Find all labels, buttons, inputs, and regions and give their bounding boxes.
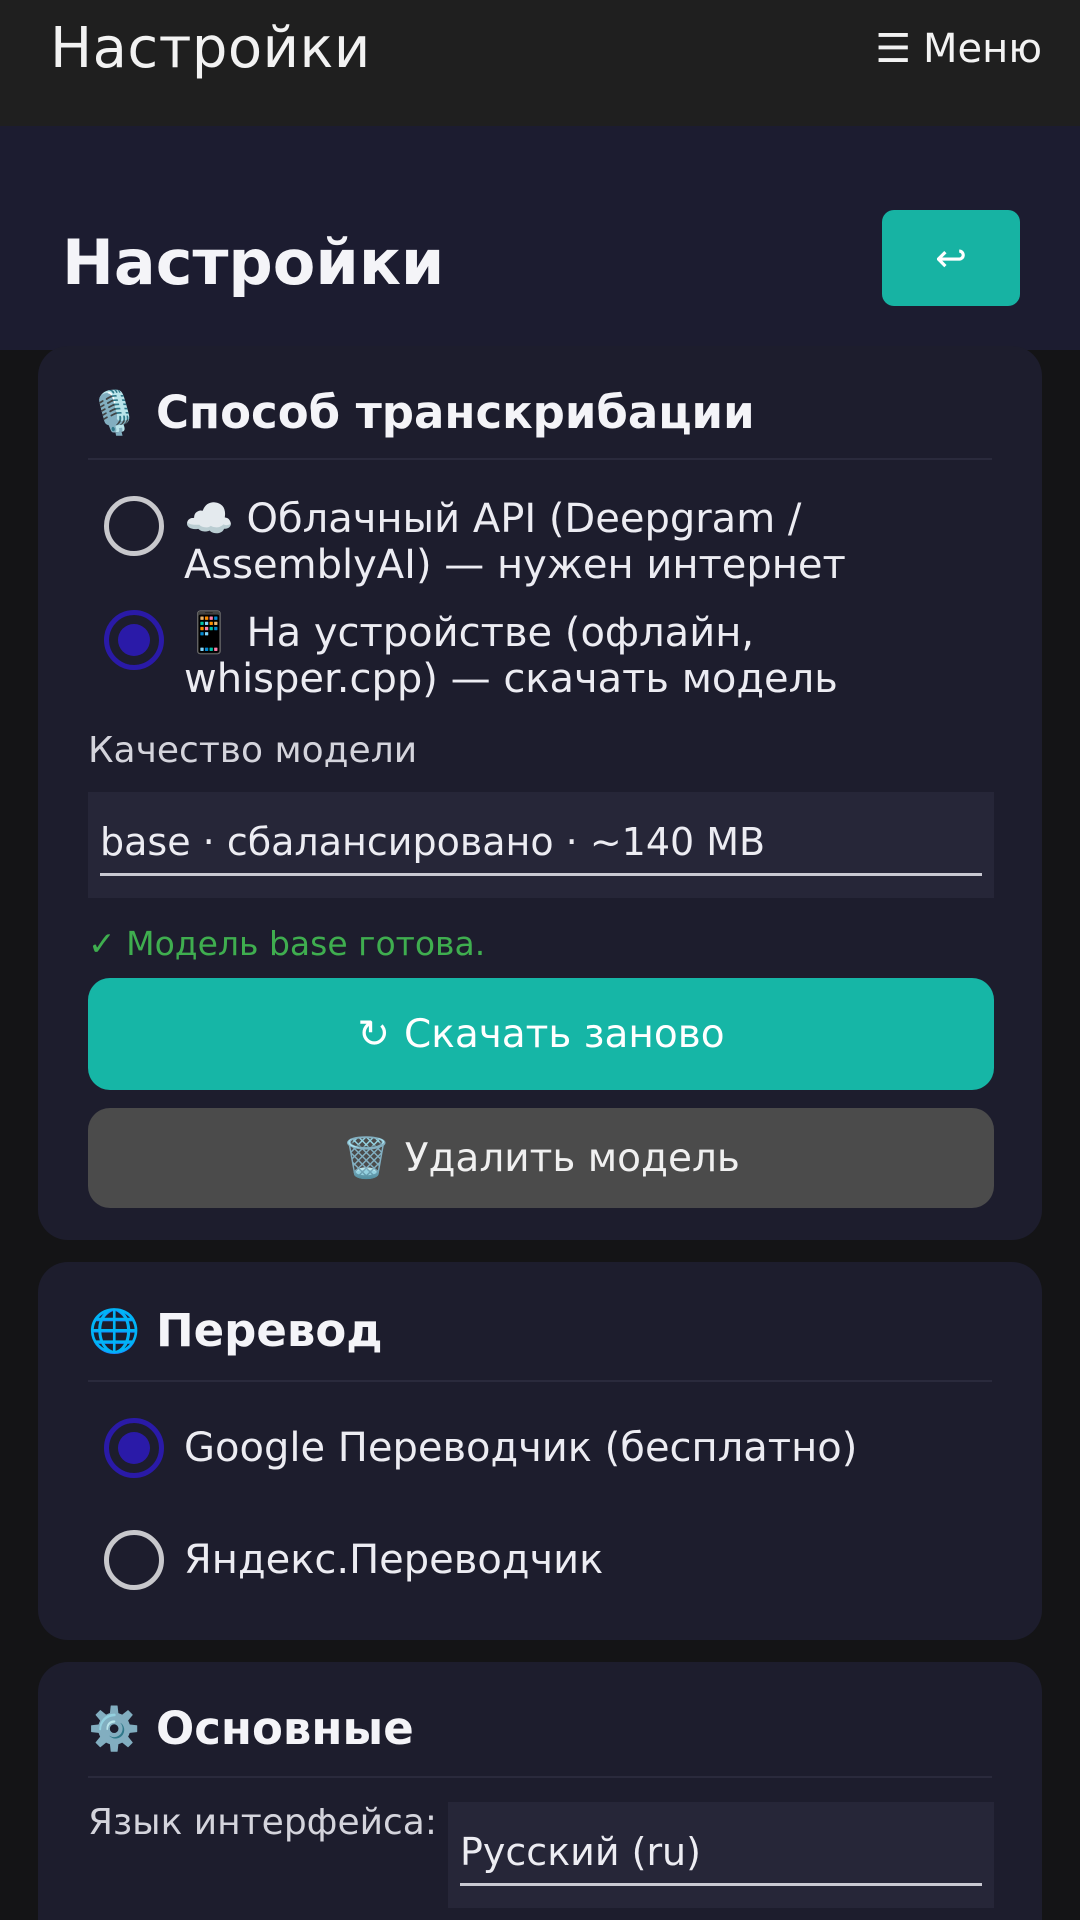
microphone-icon: 🎙️ <box>88 387 141 437</box>
divider <box>88 1380 992 1382</box>
language-label: Язык интерфейса: <box>88 1802 437 1843</box>
radio-button-selected[interactable] <box>104 1418 164 1478</box>
model-quality-label: Качество модели <box>88 730 418 771</box>
language-select[interactable]: Русский (ru) <box>448 1802 994 1908</box>
divider <box>88 1776 992 1778</box>
translation-card-header: 🌐 Перевод <box>88 1304 383 1357</box>
hamburger-icon: ☰ <box>875 26 912 72</box>
radio-button[interactable] <box>104 496 164 556</box>
radio-option-on-device[interactable]: 📱 На устройстве (офлайн, whisper.cpp) — … <box>104 610 1004 702</box>
refresh-icon: ↻ <box>357 1011 391 1057</box>
radio-label-yandex: Яндекс.Переводчик <box>184 1537 604 1583</box>
radio-option-yandex[interactable]: Яндекс.Переводчик <box>104 1530 1004 1590</box>
radio-button[interactable] <box>104 1530 164 1590</box>
radio-option-cloud-api[interactable]: ☁️ Облачный API (Deepgram / AssemblyAI) … <box>104 496 1004 588</box>
page-title: Настройки <box>62 226 445 299</box>
globe-icon: 🌐 <box>88 1305 141 1355</box>
general-card-title: Основные <box>156 1702 414 1755</box>
menu-button[interactable]: ☰ Меню <box>875 26 1042 72</box>
top-app-bar: Настройки ☰ Меню <box>0 0 1080 126</box>
select-underline <box>460 1883 982 1886</box>
menu-label: Меню <box>923 26 1042 72</box>
trash-icon: 🗑️ <box>342 1136 391 1181</box>
model-status: ✓ Модель base готова. <box>88 924 486 963</box>
transcription-card: 🎙️ Способ транскрибации ☁️ Облачный API … <box>38 346 1042 1240</box>
select-underline <box>100 873 982 876</box>
language-value: Русский (ru) <box>460 1830 701 1874</box>
return-arrow-icon: ↩ <box>935 236 967 280</box>
general-card: ⚙️ Основные Язык интерфейса: Русский (ru… <box>38 1662 1042 1920</box>
radio-label-google: Google Переводчик (бесплатно) <box>184 1425 858 1471</box>
radio-button-selected[interactable] <box>104 610 164 670</box>
redownload-label: Скачать заново <box>404 1011 725 1057</box>
language-row: Язык интерфейса: <box>88 1802 448 1843</box>
back-button[interactable]: ↩ <box>882 210 1020 306</box>
radio-option-google[interactable]: Google Переводчик (бесплатно) <box>104 1418 1004 1478</box>
divider <box>88 458 992 460</box>
model-quality-value: base · сбалансировано · ~140 MB <box>100 820 766 864</box>
radio-label-on-device: 📱 На устройстве (офлайн, whisper.cpp) — … <box>184 610 838 702</box>
radio-label-cloud-api: ☁️ Облачный API (Deepgram / AssemblyAI) … <box>184 496 846 588</box>
app-bar-title: Настройки <box>50 16 371 81</box>
gear-icon: ⚙️ <box>88 1703 141 1753</box>
translation-card: 🌐 Перевод Google Переводчик (бесплатно) … <box>38 1262 1042 1640</box>
transcription-card-header: 🎙️ Способ транскрибации <box>88 386 755 439</box>
general-card-header: ⚙️ Основные <box>88 1702 414 1755</box>
translation-card-title: Перевод <box>156 1304 383 1357</box>
transcription-card-title: Способ транскрибации <box>156 386 755 439</box>
redownload-button[interactable]: ↻ Скачать заново <box>88 978 994 1090</box>
delete-model-label: Удалить модель <box>404 1135 740 1181</box>
delete-model-button[interactable]: 🗑️ Удалить модель <box>88 1108 994 1208</box>
model-quality-select[interactable]: base · сбалансировано · ~140 MB <box>88 792 994 898</box>
